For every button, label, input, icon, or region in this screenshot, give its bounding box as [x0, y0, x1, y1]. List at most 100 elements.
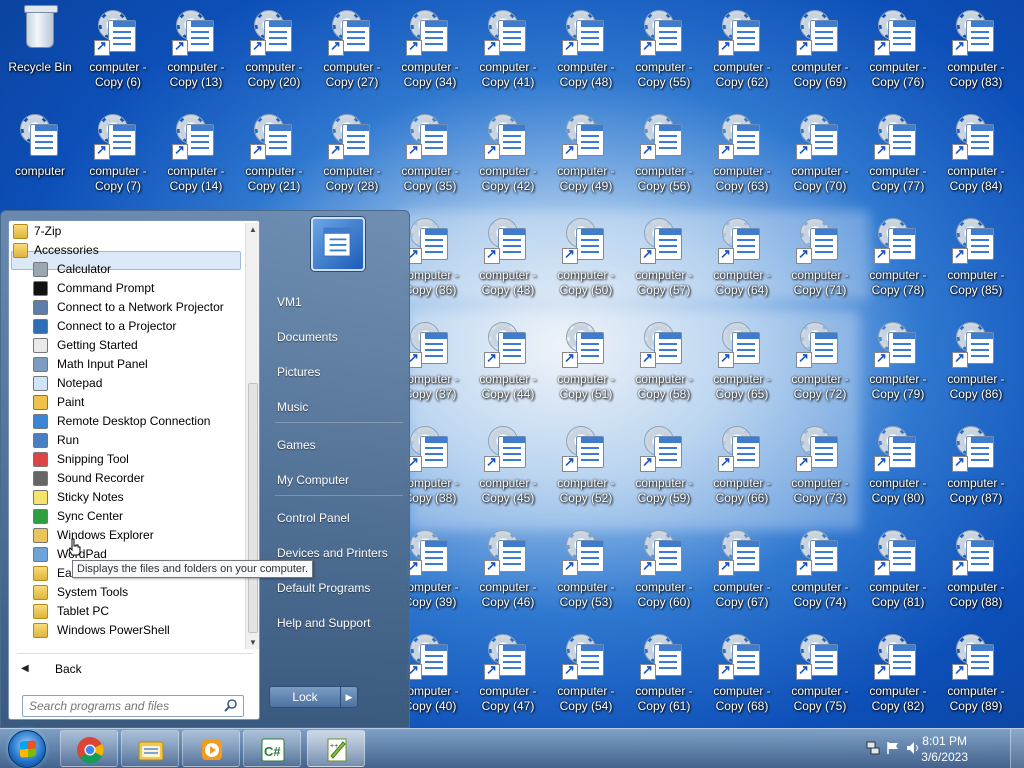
- taskbar-explorer-button[interactable]: [121, 730, 179, 767]
- desktop-icon-computer-copy[interactable]: computer - Copy (69): [782, 2, 858, 98]
- taskbar-media-player-button[interactable]: [182, 730, 240, 767]
- desktop-icon-computer-copy[interactable]: computer - Copy (76): [860, 2, 936, 98]
- desktop-icon-computer-copy[interactable]: computer - Copy (49): [548, 106, 624, 202]
- desktop-icon-computer[interactable]: computer: [2, 106, 78, 202]
- desktop-icon-computer-copy[interactable]: computer - Copy (60): [626, 522, 702, 618]
- desktop-icon-computer-copy[interactable]: computer - Copy (78): [860, 210, 936, 306]
- desktop-icon-computer-copy[interactable]: computer - Copy (75): [782, 626, 858, 722]
- desktop-icon-computer-copy[interactable]: computer - Copy (50): [548, 210, 624, 306]
- desktop-icon-computer-copy[interactable]: computer - Copy (63): [704, 106, 780, 202]
- desktop-icon-computer-copy[interactable]: computer - Copy (6): [80, 2, 156, 98]
- desktop-icon-computer-copy[interactable]: computer - Copy (70): [782, 106, 858, 202]
- desktop-icon-computer-copy[interactable]: computer - Copy (52): [548, 418, 624, 514]
- search-box[interactable]: [22, 695, 244, 717]
- desktop-icon-computer-copy[interactable]: computer - Copy (55): [626, 2, 702, 98]
- desktop-icon-computer-copy[interactable]: computer - Copy (46): [470, 522, 546, 618]
- taskbar-csharp-button[interactable]: C#: [243, 730, 301, 767]
- desktop-icon-computer-copy[interactable]: computer - Copy (65): [704, 314, 780, 410]
- desktop-icon-computer-copy[interactable]: computer - Copy (42): [470, 106, 546, 202]
- desktop-icon-computer-copy[interactable]: computer - Copy (27): [314, 2, 390, 98]
- network-icon[interactable]: [866, 741, 880, 755]
- lock-button[interactable]: Lock: [269, 686, 341, 708]
- user-picture[interactable]: [311, 217, 365, 271]
- desktop-icon-computer-copy[interactable]: computer - Copy (81): [860, 522, 936, 618]
- start-menu-link-pictures[interactable]: Pictures: [271, 360, 403, 384]
- start-button[interactable]: [8, 730, 46, 768]
- desktop-icon-computer-copy[interactable]: computer - Copy (85): [938, 210, 1014, 306]
- desktop-icon-computer-copy[interactable]: computer - Copy (80): [860, 418, 936, 514]
- desktop-icon-computer-copy[interactable]: computer - Copy (62): [704, 2, 780, 98]
- start-menu-link-control-panel[interactable]: Control Panel: [271, 506, 403, 530]
- desktop-icon-computer-copy[interactable]: computer - Copy (54): [548, 626, 624, 722]
- scrollbar-thumb[interactable]: [248, 383, 258, 633]
- desktop-icon-computer-copy[interactable]: computer - Copy (41): [470, 2, 546, 98]
- volume-icon[interactable]: [906, 741, 920, 755]
- shutdown-options-arrow-icon[interactable]: ▶: [340, 686, 358, 708]
- desktop-icon-label: computer - Copy (73): [791, 476, 849, 505]
- search-icon[interactable]: [224, 698, 238, 712]
- desktop-icon-label: computer - Copy (85): [947, 268, 1005, 297]
- start-menu-link-my-computer[interactable]: My Computer: [271, 468, 403, 492]
- desktop-icon-computer-copy[interactable]: computer - Copy (58): [626, 314, 702, 410]
- desktop-icon-computer-copy[interactable]: computer - Copy (72): [782, 314, 858, 410]
- desktop-icon-computer-copy[interactable]: computer - Copy (20): [236, 2, 312, 98]
- desktop-icon-recycle-bin[interactable]: Recycle Bin: [2, 2, 78, 98]
- desktop-icon-computer-copy[interactable]: computer - Copy (82): [860, 626, 936, 722]
- desktop-icon-computer-copy[interactable]: computer - Copy (59): [626, 418, 702, 514]
- desktop-icon-computer-copy[interactable]: computer - Copy (45): [470, 418, 546, 514]
- back-button[interactable]: ◀ Back: [15, 658, 251, 680]
- desktop-icon-computer-copy[interactable]: computer - Copy (53): [548, 522, 624, 618]
- desktop-icon-computer-copy[interactable]: computer - Copy (68): [704, 626, 780, 722]
- desktop-icon-computer-copy[interactable]: computer - Copy (87): [938, 418, 1014, 514]
- desktop-icon-computer-copy[interactable]: computer - Copy (21): [236, 106, 312, 202]
- clock[interactable]: 8:01 PM 3/6/2023: [921, 733, 968, 765]
- programs-scrollbar[interactable]: ▲ ▼: [245, 223, 259, 649]
- desktop-icon-computer-copy[interactable]: computer - Copy (61): [626, 626, 702, 722]
- computer-shortcut-icon: [484, 528, 532, 576]
- desktop-icon-computer-copy[interactable]: computer - Copy (83): [938, 2, 1014, 98]
- desktop-icon-computer-copy[interactable]: computer - Copy (88): [938, 522, 1014, 618]
- desktop-icon-computer-copy[interactable]: computer - Copy (74): [782, 522, 858, 618]
- desktop-icon-computer-copy[interactable]: computer - Copy (14): [158, 106, 234, 202]
- start-menu-link-music[interactable]: Music: [271, 395, 403, 419]
- scroll-up-arrow-icon[interactable]: ▲: [249, 225, 257, 234]
- desktop-icon-computer-copy[interactable]: computer - Copy (47): [470, 626, 546, 722]
- desktop-icon-computer-copy[interactable]: computer - Copy (71): [782, 210, 858, 306]
- desktop-icon-computer-copy[interactable]: computer - Copy (84): [938, 106, 1014, 202]
- desktop-icon-computer-copy[interactable]: computer - Copy (77): [860, 106, 936, 202]
- start-menu-link-help-and-support[interactable]: Help and Support: [271, 611, 403, 635]
- desktop-icon-computer-copy[interactable]: computer - Copy (34): [392, 2, 468, 98]
- desktop-icon-computer-copy[interactable]: computer - Copy (79): [860, 314, 936, 410]
- desktop-icon-computer-copy[interactable]: computer - Copy (89): [938, 626, 1014, 722]
- desktop-icon-computer-copy[interactable]: computer - Copy (35): [392, 106, 468, 202]
- wordpad-icon: [33, 547, 48, 562]
- desktop-icon-computer-copy[interactable]: computer - Copy (51): [548, 314, 624, 410]
- desktop-icon-computer-copy[interactable]: computer - Copy (7): [80, 106, 156, 202]
- computer-shortcut-icon: [562, 632, 610, 680]
- desktop-icon-computer-copy[interactable]: computer - Copy (44): [470, 314, 546, 410]
- desktop-icon-computer-copy[interactable]: computer - Copy (73): [782, 418, 858, 514]
- show-desktop-button[interactable]: [1010, 729, 1024, 768]
- desktop-icon-computer-copy[interactable]: computer - Copy (66): [704, 418, 780, 514]
- computer-shortcut-icon: [874, 528, 922, 576]
- computer-shortcut-icon: [952, 216, 1000, 264]
- desktop-icon-computer-copy[interactable]: computer - Copy (48): [548, 2, 624, 98]
- desktop-icon-computer-copy[interactable]: computer - Copy (86): [938, 314, 1014, 410]
- desktop-icon-computer-copy[interactable]: computer - Copy (13): [158, 2, 234, 98]
- action-center-flag-icon[interactable]: [886, 741, 900, 755]
- search-input[interactable]: [29, 696, 219, 716]
- start-menu-link-games[interactable]: Games: [271, 433, 403, 457]
- desktop-icon-computer-copy[interactable]: computer - Copy (56): [626, 106, 702, 202]
- desktop-icon-label: computer - Copy (14): [167, 164, 225, 193]
- scroll-down-arrow-icon[interactable]: ▼: [249, 638, 257, 647]
- start-menu-link-documents[interactable]: Documents: [271, 325, 403, 349]
- desktop-icon-computer-copy[interactable]: computer - Copy (43): [470, 210, 546, 306]
- desktop-icon-computer-copy[interactable]: computer - Copy (57): [626, 210, 702, 306]
- taskbar-notepadplusplus-button[interactable]: ++: [307, 730, 365, 767]
- desktop-icon-computer-copy[interactable]: computer - Copy (28): [314, 106, 390, 202]
- desktop-icon-computer-copy[interactable]: computer - Copy (67): [704, 522, 780, 618]
- desktop-icon-computer-copy[interactable]: computer - Copy (64): [704, 210, 780, 306]
- taskbar-chrome-button[interactable]: [60, 730, 118, 767]
- start-menu-link-default-programs[interactable]: Default Programs: [271, 576, 403, 600]
- start-menu-link-vm1[interactable]: VM1: [271, 290, 403, 314]
